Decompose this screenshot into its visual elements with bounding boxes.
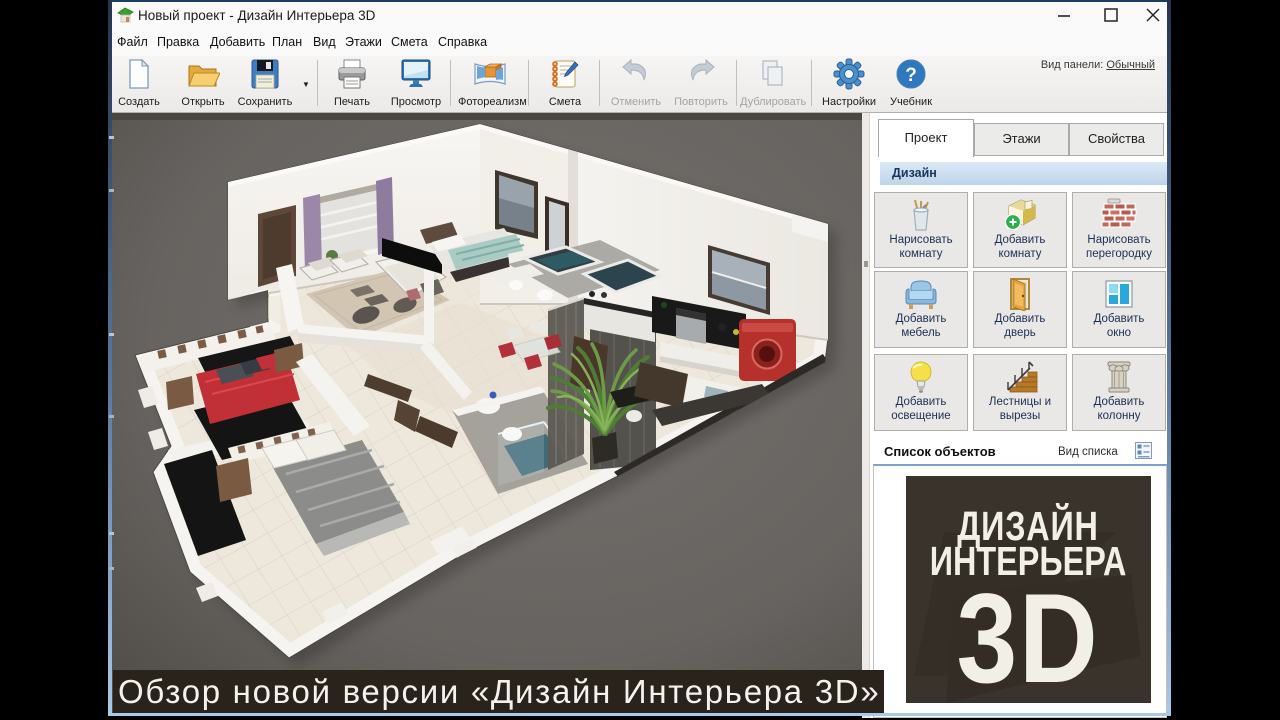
svg-text:?: ? <box>905 65 917 86</box>
svg-text:3D: 3D <box>956 568 1099 703</box>
